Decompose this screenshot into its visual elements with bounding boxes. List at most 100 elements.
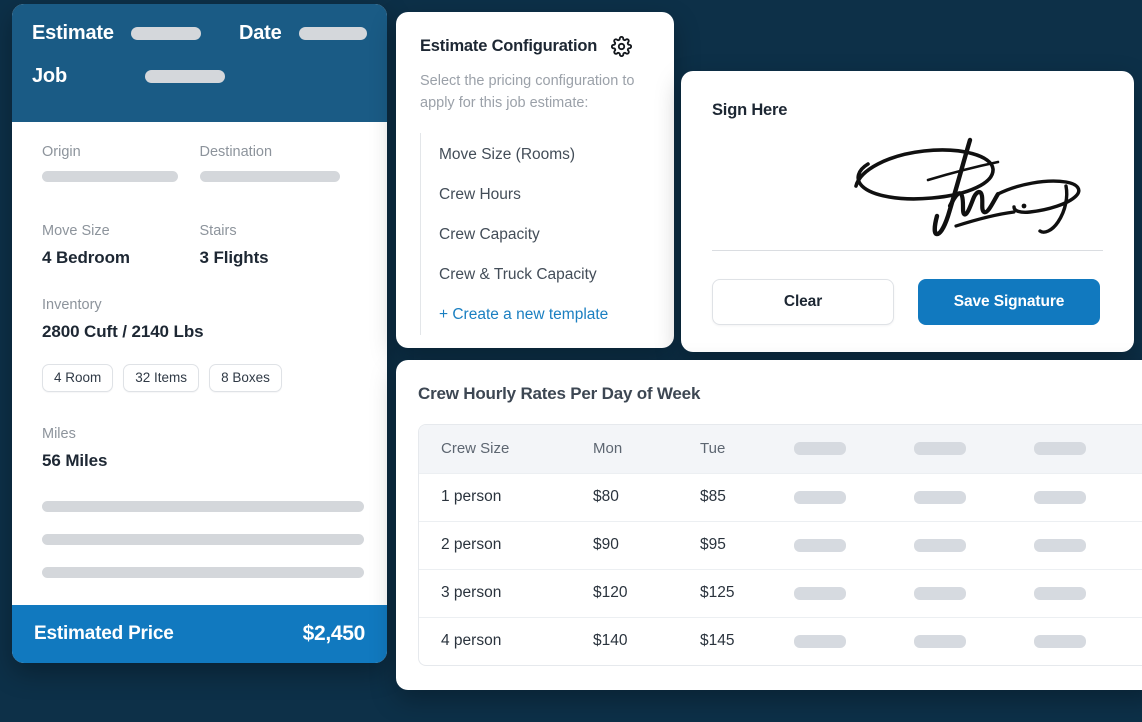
cell-placeholder-2 — [892, 521, 1012, 569]
cell-placeholder-3 — [1012, 473, 1142, 521]
cell-skeleton-1 — [794, 634, 846, 648]
config-option-move-size[interactable]: Move Size (Rooms) — [421, 135, 652, 175]
col-header-skeleton-3 — [1034, 442, 1086, 456]
cell-skeleton-3 — [1034, 490, 1086, 504]
signature-pad[interactable] — [712, 126, 1103, 248]
line-item-placeholder-3[interactable] — [42, 567, 364, 578]
estimate-configuration-card: Estimate Configuration Select the pricin… — [396, 12, 674, 348]
estimate-number-placeholder[interactable] — [130, 27, 201, 40]
crew-rates-table-wrapper: Crew Size Mon Tue 1 person $80 $85 2 per… — [418, 424, 1142, 666]
origin-label: Origin — [42, 144, 81, 160]
origin-field: Origin — [42, 144, 200, 187]
estimate-card-header: Estimate Date Job — [12, 4, 387, 122]
clear-button[interactable]: Clear — [712, 279, 894, 325]
estimate-label: Estimate — [32, 22, 114, 44]
crew-rates-title: Crew Hourly Rates Per Day of Week — [418, 384, 701, 403]
move-size-value: 4 Bedroom — [42, 248, 130, 267]
cell-skeleton-1 — [794, 538, 846, 552]
col-header-tue[interactable]: Tue — [678, 425, 772, 473]
col-header-placeholder-1[interactable] — [772, 425, 892, 473]
cell-placeholder-1 — [772, 617, 892, 665]
gear-icon[interactable] — [611, 36, 633, 57]
crew-rates-table: Crew Size Mon Tue 1 person $80 $85 2 per… — [419, 425, 1142, 665]
date-value-placeholder[interactable] — [298, 27, 367, 40]
sign-here-label: Sign Here — [712, 101, 788, 119]
table-head: Crew Size Mon Tue — [419, 425, 1142, 473]
estimated-price-bar: Estimated Price $2,450 — [12, 605, 387, 663]
col-header-crew-size[interactable]: Crew Size — [419, 425, 571, 473]
col-header-mon[interactable]: Mon — [571, 425, 678, 473]
destination-field: Destination — [199, 144, 358, 187]
config-option-crew-hours[interactable]: Crew Hours — [421, 175, 652, 215]
inventory-label: Inventory — [42, 297, 102, 313]
job-label: Job — [32, 65, 67, 87]
chip-rooms[interactable]: 4 Room — [42, 364, 114, 392]
col-header-skeleton-2 — [914, 442, 966, 456]
cell-tue: $95 — [700, 536, 726, 553]
table-row[interactable]: 2 person $90 $95 — [419, 521, 1142, 569]
table-row[interactable]: 4 person $140 $145 — [419, 617, 1142, 665]
cell-tue: $125 — [700, 584, 735, 601]
inventory-chips: 4 Room 32 Items 8 Boxes — [42, 364, 357, 392]
line-item-placeholder-1[interactable] — [42, 501, 364, 512]
cell-skeleton-3 — [1034, 538, 1086, 552]
cell-placeholder-3 — [1012, 521, 1142, 569]
col-header-placeholder-3[interactable] — [1012, 425, 1142, 473]
config-subtitle: Select the pricing configuration to appl… — [420, 73, 635, 112]
cell-skeleton-1 — [794, 490, 846, 504]
stairs-value: 3 Flights — [199, 248, 269, 267]
table-row[interactable]: 3 person $120 $125 — [419, 569, 1142, 617]
cell-placeholder-2 — [892, 473, 1012, 521]
cell-mon: $80 — [593, 488, 619, 505]
cell-placeholder-2 — [892, 569, 1012, 617]
cell-skeleton-1 — [794, 586, 846, 600]
app-root: Estimate Date Job Origin Destination Mov… — [0, 0, 1142, 722]
inventory-value: 2800 Cuft / 2140 Lbs — [42, 322, 204, 341]
cell-skeleton-3 — [1034, 634, 1086, 648]
cell-skeleton-2 — [914, 538, 966, 552]
cell-placeholder-1 — [772, 521, 892, 569]
config-option-crew-truck-capacity[interactable]: Crew & Truck Capacity — [421, 255, 652, 295]
table-header-row: Crew Size Mon Tue — [419, 425, 1142, 473]
cell-placeholder-3 — [1012, 569, 1142, 617]
col-header-skeleton-1 — [794, 442, 846, 456]
move-size-stairs-row: Move Size 4 Bedroom Stairs 3 Flights — [42, 223, 357, 268]
config-title-row: Estimate Configuration — [420, 36, 652, 57]
signature-icon — [854, 137, 1081, 237]
job-value-placeholder[interactable] — [144, 70, 225, 83]
config-option-crew-capacity[interactable]: Crew Capacity — [421, 215, 652, 255]
estimated-price-label: Estimated Price — [34, 623, 174, 644]
table-row[interactable]: 1 person $80 $85 — [419, 473, 1142, 521]
chip-items[interactable]: 32 Items — [123, 364, 200, 392]
miles-label: Miles — [42, 426, 76, 442]
col-header-placeholder-2[interactable] — [892, 425, 1012, 473]
stairs-label: Stairs — [199, 223, 237, 239]
estimate-card-body: Origin Destination Move Size 4 Bedroom S… — [12, 122, 387, 605]
cell-mon: $90 — [593, 536, 619, 553]
cell-tue: $145 — [700, 632, 735, 650]
origin-value-placeholder[interactable] — [42, 171, 178, 182]
cell-skeleton-2 — [914, 634, 966, 648]
cell-tue: $85 — [700, 488, 726, 505]
destination-label: Destination — [199, 144, 273, 160]
config-option-list: Move Size (Rooms) Crew Hours Crew Capaci… — [420, 132, 652, 335]
estimate-header-row-1: Estimate Date — [32, 22, 367, 45]
cell-skeleton-3 — [1034, 586, 1086, 600]
cell-placeholder-1 — [772, 473, 892, 521]
cell-crew-size: 3 person — [441, 584, 502, 601]
crew-rates-card: Crew Hourly Rates Per Day of Week Crew S… — [396, 360, 1142, 690]
chip-boxes[interactable]: 8 Boxes — [209, 364, 282, 392]
destination-value-placeholder[interactable] — [199, 171, 340, 182]
cell-crew-size: 4 person — [441, 632, 502, 650]
cell-placeholder-2 — [892, 617, 1012, 665]
cell-mon: $120 — [593, 584, 628, 601]
move-size-field: Move Size 4 Bedroom — [42, 223, 200, 268]
estimated-price-value: $2,450 — [302, 622, 366, 645]
line-item-placeholder-2[interactable] — [42, 534, 364, 545]
estimate-line-placeholders — [42, 501, 364, 578]
create-new-template-link[interactable]: + Create a new template — [421, 295, 652, 335]
date-label: Date — [238, 22, 282, 44]
save-signature-button[interactable]: Save Signature — [918, 279, 1100, 325]
